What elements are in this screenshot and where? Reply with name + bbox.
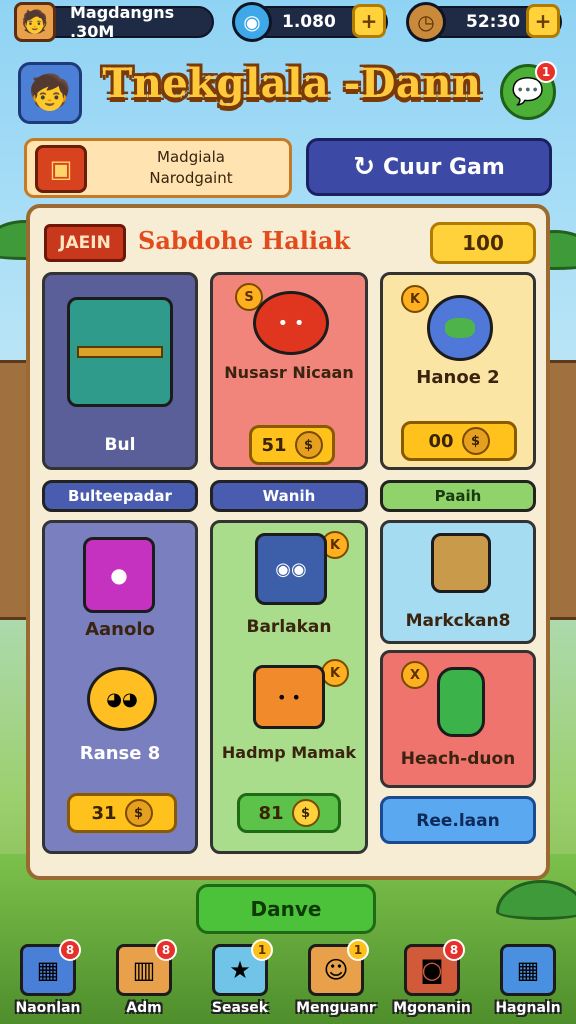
nav-item-6[interactable]: ▦ Hagnaln: [488, 938, 568, 1024]
price-button[interactable]: 81 $: [237, 793, 341, 833]
coin-icon: $: [124, 799, 153, 827]
nav-label: Hagnaln: [495, 1000, 561, 1016]
camera-icon: ◙ 8: [404, 939, 465, 996]
category-tab-1[interactable]: Bulteepadar: [42, 480, 198, 512]
hammer-icon: [431, 533, 491, 593]
backpack-icon: ▣: [35, 145, 87, 193]
game-title: Tnekglala -Dann: [102, 60, 482, 107]
price-button[interactable]: 31 $: [67, 793, 177, 833]
nav-label: Mgonanin: [393, 1000, 471, 1016]
globe-icon: [427, 295, 493, 361]
nav-item-3[interactable]: ★ 1 Seasek: [200, 938, 280, 1024]
coin-icon: $: [294, 431, 323, 459]
orange-block-icon: • •: [253, 665, 325, 729]
nav-item-1[interactable]: ▦ 8 Naonlan: [8, 938, 88, 1024]
nav-item-2[interactable]: ▥ 8 Adm: [104, 938, 184, 1024]
add-gems-button[interactable]: +: [352, 4, 386, 38]
coin-tag: K: [401, 285, 429, 313]
shop-card-bottle[interactable]: X Heach-duon: [380, 650, 536, 788]
card-name: Aanolo: [85, 619, 155, 640]
coin-tag: K: [321, 659, 349, 687]
nav-badge: 1: [347, 939, 369, 961]
bottle-icon: [437, 667, 485, 737]
price-button[interactable]: 00 $: [401, 421, 517, 461]
card-name: Nusasr Nicaan: [224, 363, 354, 382]
price-value: 00: [428, 430, 454, 452]
inventory-label: Madgiala Narodgaint: [97, 147, 285, 189]
teapot-icon: • •: [253, 291, 329, 355]
nav-label: Seasek: [211, 1000, 269, 1016]
nav-badge: 1: [251, 939, 273, 961]
treasure-box-icon: ▦ 8: [20, 939, 81, 996]
inventory-button[interactable]: ▣ Madgiala Narodgaint: [24, 138, 292, 198]
nav-badge: 8: [155, 939, 177, 961]
shop-panel: JAEIN Sabdohe Haliak 100 Bul S • • Nusas…: [26, 204, 550, 880]
points-display: 100: [430, 222, 536, 264]
inventory-label-line1: Madgiala: [157, 148, 225, 166]
refresh-label: Ree.laan: [416, 811, 500, 831]
category-tab-2[interactable]: Wanih: [210, 480, 368, 512]
currency-button-label: Cuur Gam: [382, 154, 505, 180]
price-value: 31: [91, 802, 117, 824]
currency-button[interactable]: ↻ Cuur Gam: [306, 138, 552, 196]
chat-button[interactable]: 💬 1: [500, 61, 557, 120]
shop-card-chest[interactable]: ● Aanolo ◕◕ Ranse 8 31 $: [42, 520, 198, 854]
add-time-button[interactable]: +: [526, 4, 560, 38]
coin-icon: $: [461, 427, 490, 455]
price-value: 51: [261, 434, 287, 456]
crate-icon: ▥ 8: [116, 939, 177, 996]
shop-card-robot[interactable]: K ◉◉ Barlakan K • • Hadmp Mamak 81 $: [210, 520, 368, 854]
coin-tag: X: [401, 661, 429, 689]
refresh-button[interactable]: Ree.laan: [380, 796, 536, 844]
profile-avatar-icon: 🧒: [28, 73, 72, 113]
suitcase-icon: [67, 297, 173, 407]
card-name: Hadmp Mamak: [221, 743, 357, 762]
nav-item-4[interactable]: ☺ 1 Menguanr: [296, 938, 376, 1024]
map-icon: ★ 1: [212, 939, 273, 996]
profile-button[interactable]: 🧒: [18, 62, 82, 124]
inventory-label-line2: Narodgaint: [149, 169, 233, 187]
nav-label: Naonlan: [15, 1000, 81, 1016]
top-bar: 🧑 Magdangns .30M ◉ 1.080 + ◷ 52:30 +: [0, 0, 576, 44]
nav-badge: 8: [59, 939, 81, 961]
chat-bubble-icon: 💬: [511, 77, 545, 107]
shop-card-teapot[interactable]: S • • Nusasr Nicaan 51 $: [210, 272, 368, 470]
card-name: Hanoe 2: [416, 367, 500, 388]
player-name: Magdangns .30M: [70, 3, 175, 41]
nav-label: Menguanr: [296, 1000, 376, 1016]
card-name: Ranse 8: [79, 743, 161, 764]
robot-icon: ◉◉: [255, 533, 327, 605]
coin-face-icon: ◕◕: [87, 667, 157, 731]
chat-badge: 1: [535, 61, 557, 83]
panel-title: Sabdohe Haliak: [138, 226, 351, 255]
character-icon: ☺ 1: [308, 939, 369, 996]
shop-card-bag[interactable]: Bul: [42, 272, 198, 470]
coin-icon: $: [291, 799, 320, 827]
nav-badge: 8: [443, 939, 465, 961]
nav-item-5[interactable]: ◙ 8 Mgonanin: [392, 938, 472, 1024]
category-tab-3[interactable]: Paaih: [380, 480, 536, 512]
shop-card-hammer[interactable]: Markckan8: [380, 520, 536, 644]
grid-cube-icon: ▦: [500, 944, 556, 996]
card-name: Markckan8: [405, 611, 511, 631]
price-button[interactable]: 51 $: [249, 425, 335, 465]
card-name: Heach-duon: [400, 749, 516, 769]
refresh-icon: ↻: [353, 152, 375, 182]
card-name: Bul: [104, 435, 136, 455]
player-avatar-icon[interactable]: 🧑: [14, 2, 56, 42]
panel-tag[interactable]: JAEIN: [44, 224, 126, 262]
chest-icon: ●: [83, 537, 155, 613]
claim-button[interactable]: Danve: [196, 884, 376, 934]
gem-icon: ◉: [232, 2, 272, 42]
clock-icon: ◷: [406, 2, 446, 42]
card-name: Barlakan: [246, 617, 332, 637]
shop-card-globe[interactable]: K Hanoe 2 00 $: [380, 272, 536, 470]
nav-label: Adm: [126, 1000, 162, 1016]
player-name-pill: Magdangns .30M: [36, 3, 214, 41]
price-value: 81: [258, 802, 284, 824]
